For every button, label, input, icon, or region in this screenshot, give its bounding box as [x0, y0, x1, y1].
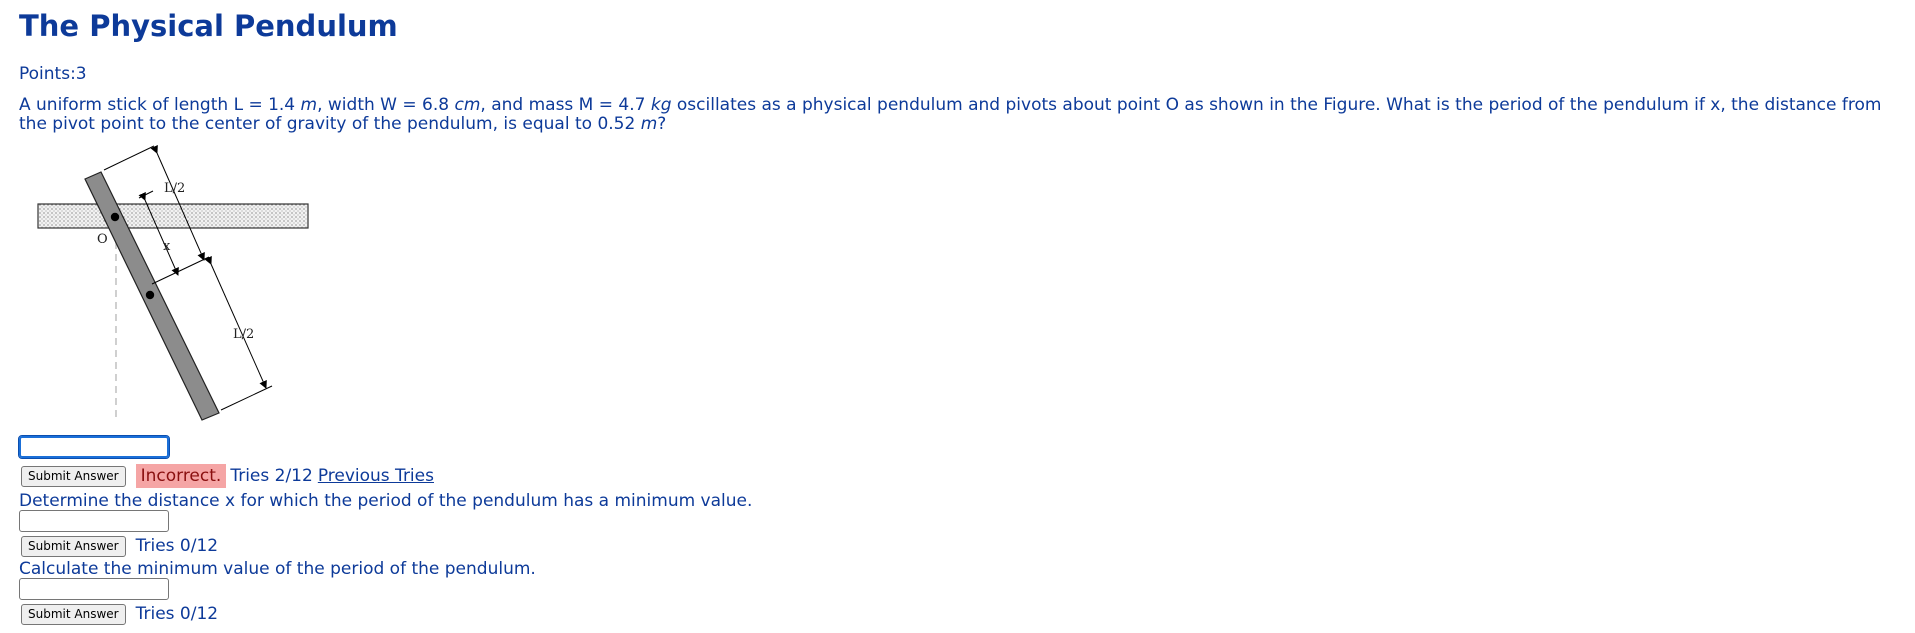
- tries-count-2: Tries 0/12: [135, 536, 219, 556]
- pendulum-figure: L/2 L/2 x O: [37, 144, 309, 422]
- dimension-bottom: [204, 255, 267, 389]
- page-title: The Physical Pendulum: [19, 9, 398, 43]
- part1-controls: Submit Answer Incorrect. Tries 2/12 Prev…: [19, 464, 434, 488]
- support-bar: [37, 203, 309, 229]
- tries-count-3: Tries 0/12: [135, 604, 219, 624]
- question-text: A uniform stick of length L = 1.4 m, wid…: [19, 95, 1882, 134]
- answer-input-3[interactable]: [19, 578, 169, 600]
- problem-container: The Physical Pendulum Points:3 A uniform…: [0, 0, 1915, 134]
- answer-input-2[interactable]: [19, 510, 169, 532]
- tries-count-1: Tries 2/12: [230, 466, 313, 486]
- label-o: O: [97, 232, 108, 247]
- part2-controls: Submit Answer Tries 0/12: [19, 534, 218, 558]
- label-l2-bottom: L/2: [233, 327, 254, 342]
- label-l2-top: L/2: [164, 181, 185, 196]
- submit-answer-button-3[interactable]: Submit Answer: [21, 603, 126, 625]
- center-of-gravity-point: [145, 290, 155, 300]
- part2-prompt: Determine the distance x for which the p…: [19, 491, 753, 511]
- points-label: Points:3: [19, 64, 87, 84]
- submit-answer-button-2[interactable]: Submit Answer: [21, 535, 126, 557]
- submit-answer-button-1[interactable]: Submit Answer: [21, 465, 126, 487]
- part3-controls: Submit Answer Tries 0/12: [19, 602, 218, 626]
- part3-prompt: Calculate the minimum value of the perio…: [19, 559, 536, 579]
- answer-input-1[interactable]: [18, 435, 170, 459]
- previous-tries-link[interactable]: Previous Tries: [318, 466, 434, 486]
- label-x: x: [163, 239, 171, 254]
- pivot-point: [110, 212, 120, 222]
- feedback-incorrect-badge: Incorrect.: [135, 464, 227, 488]
